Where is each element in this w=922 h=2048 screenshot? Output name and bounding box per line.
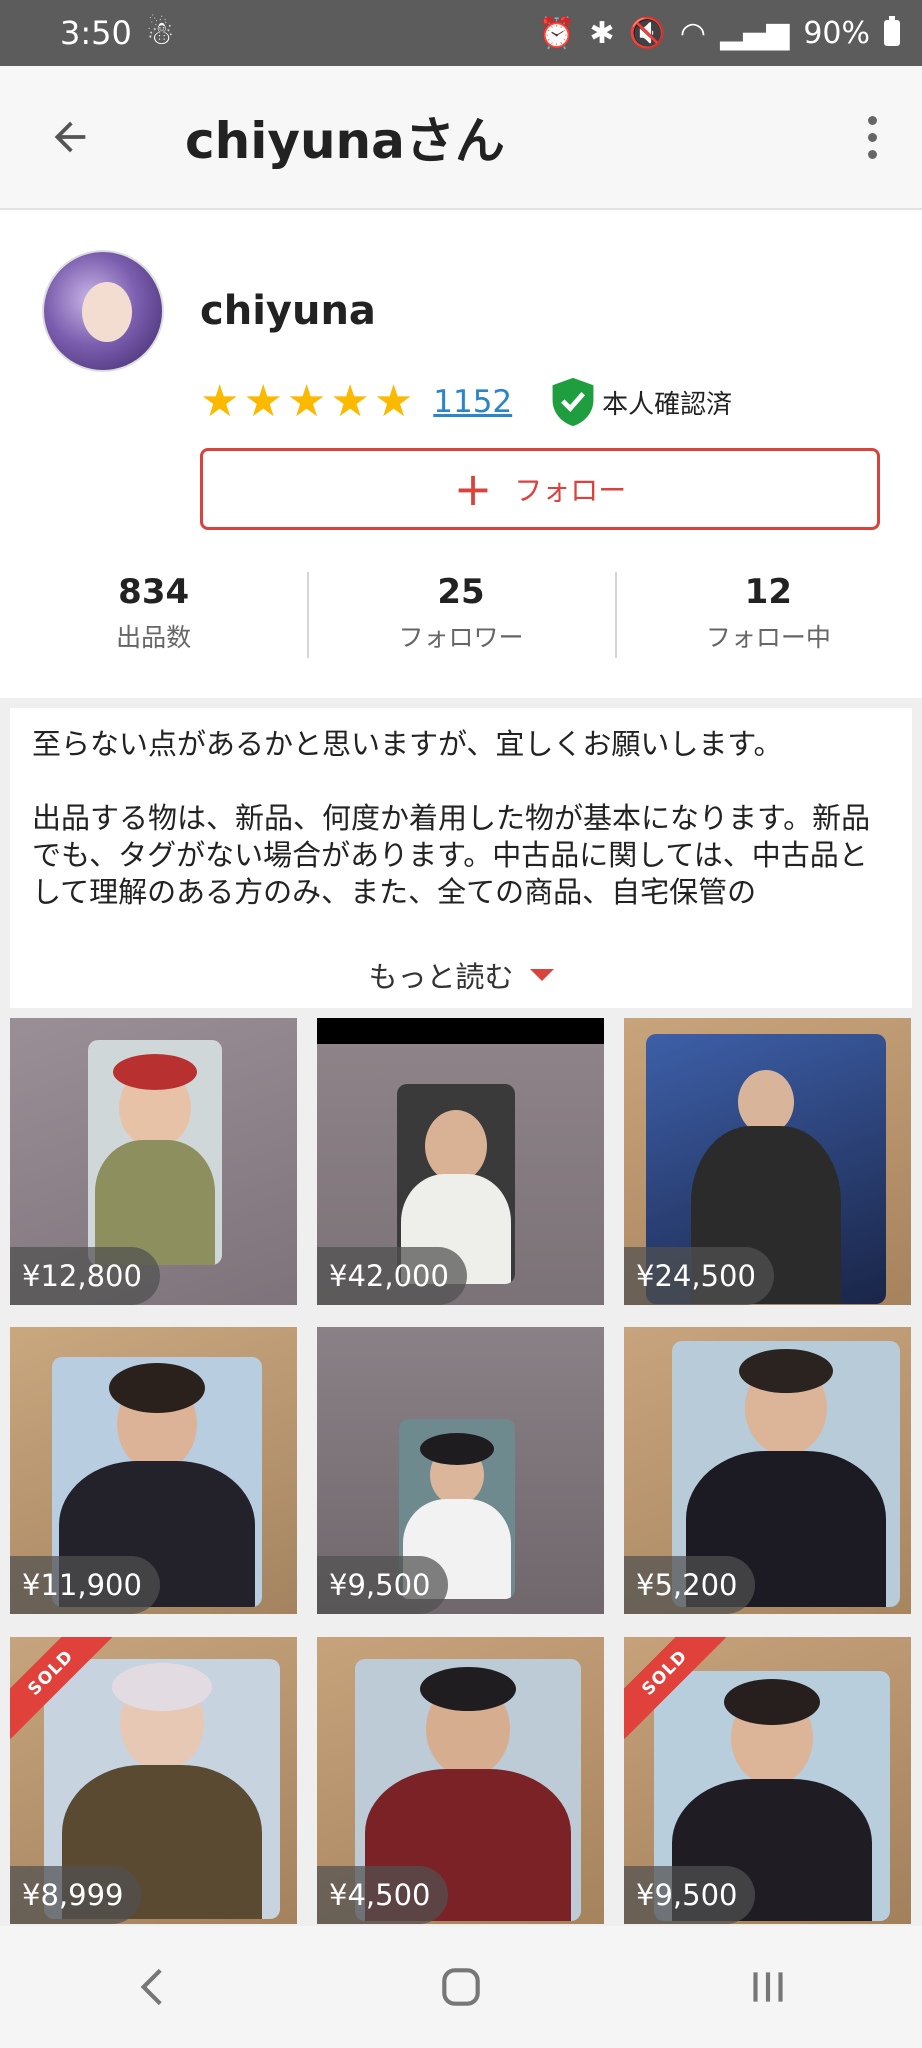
app-bar: chiyunaさん	[0, 66, 922, 210]
item-tile[interactable]: ¥11,900	[10, 1327, 297, 1615]
nav-home-button[interactable]	[401, 1937, 521, 2037]
page-title: chiyunaさん	[185, 112, 505, 170]
signal-icon: ▂▄▆	[720, 15, 790, 51]
bio-line: 至らない点があるかと思いますが、宜しくお願いします。	[32, 727, 783, 761]
read-more-button[interactable]: もっと読む	[10, 954, 912, 996]
chevron-left-icon	[140, 1968, 162, 2006]
stat-value: 25	[437, 572, 485, 612]
bio-paragraph: 出品する物は、新品、何度か着用した物が基本になります。新品でも、タグがない場合が…	[32, 801, 871, 909]
bio-section: 至らない点があるかと思いますが、宜しくお願いします。 出品する物は、新品、何度か…	[0, 698, 922, 1018]
item-tile[interactable]: SOLD ¥9,500	[624, 1636, 911, 1924]
avatar[interactable]	[42, 250, 164, 372]
star-icon: ★	[373, 376, 414, 427]
item-price: ¥8,999	[10, 1865, 142, 1924]
item-price: ¥12,800	[10, 1247, 160, 1305]
nav-recents-button[interactable]	[708, 1937, 828, 2037]
more-options-button[interactable]	[822, 65, 922, 209]
stat-value: 834	[118, 572, 190, 612]
status-bar: 3:50 ☃ ⏰ ✱ 🔇 ◠ ▂▄▆ 90%	[0, 0, 922, 66]
item-price: ¥5,200	[624, 1556, 756, 1615]
profile-section: chiyuna ★ ★ ★ ★ ★ 1152 本人確認済 + フォロー 834 …	[0, 212, 922, 698]
recents-icon	[753, 1972, 783, 2002]
home-icon	[442, 1968, 480, 2006]
item-tile[interactable]: SOLD ¥8,999	[10, 1636, 297, 1924]
follow-label: フォロー	[514, 474, 627, 507]
item-grid: ¥12,800 ¥42,000 ¥24,500 ¥11,900 ¥9,500 ¥…	[0, 1018, 922, 1926]
notification-icon: ☃	[145, 14, 175, 52]
star-icon: ★	[330, 376, 370, 427]
stat-label: フォロワー	[398, 623, 524, 652]
arrow-left-icon	[54, 121, 86, 153]
plus-icon: +	[453, 462, 493, 516]
verified-label: 本人確認済	[602, 389, 733, 420]
item-tile[interactable]: ¥5,200	[624, 1327, 911, 1615]
star-icon: ★	[200, 376, 240, 427]
alarm-icon: ⏰	[538, 15, 576, 51]
item-price: ¥24,500	[624, 1247, 774, 1305]
stat-label: 出品数	[116, 623, 192, 652]
item-price: ¥4,500	[317, 1865, 449, 1924]
bio-card: 至らない点があるかと思いますが、宜しくお願いします。 出品する物は、新品、何度か…	[10, 708, 912, 1008]
status-time: 3:50	[60, 14, 132, 52]
item-tile[interactable]: ¥42,000	[317, 1018, 604, 1305]
bio-text: 至らない点があるかと思いますが、宜しくお願いします。 出品する物は、新品、何度か…	[32, 726, 892, 916]
wifi-icon: ◠	[679, 15, 707, 51]
battery-icon	[884, 16, 900, 46]
rating-row: ★ ★ ★ ★ ★ 1152 本人確認済	[200, 372, 732, 432]
mute-icon: 🔇	[628, 15, 666, 51]
bluetooth-icon: ✱	[589, 15, 615, 51]
more-vert-icon	[867, 115, 877, 125]
item-tile[interactable]: ¥9,500	[317, 1327, 604, 1615]
item-price: ¥9,500	[624, 1865, 756, 1924]
item-price: ¥9,500	[317, 1556, 449, 1615]
item-tile[interactable]: ¥24,500	[624, 1018, 911, 1305]
star-icon: ★	[286, 376, 327, 427]
item-price: ¥42,000	[317, 1247, 467, 1305]
username: chiyuna	[200, 288, 376, 334]
battery-level: 90%	[803, 15, 870, 51]
nav-back-button[interactable]	[94, 1937, 214, 2037]
triangle-down-icon	[529, 969, 554, 981]
item-tile[interactable]: ¥12,800	[10, 1018, 297, 1305]
rating-stars: ★ ★ ★ ★ ★	[200, 380, 413, 424]
read-more-label: もっと読む	[368, 960, 514, 994]
stat-label: フォロー中	[705, 623, 831, 652]
review-count-link[interactable]: 1152	[433, 384, 512, 420]
star-icon: ★	[243, 376, 283, 427]
stats-row: 834 出品数 25 フォロワー 12 フォロー中	[0, 572, 922, 662]
stat-value: 12	[744, 572, 792, 612]
follow-button[interactable]: + フォロー	[200, 448, 880, 530]
item-tile[interactable]: ¥4,500	[317, 1636, 604, 1924]
stat-following[interactable]: 12 フォロー中	[614, 572, 922, 662]
back-button[interactable]	[0, 65, 140, 209]
verified-badge: 本人確認済	[550, 376, 732, 428]
shield-check-icon	[552, 377, 594, 427]
stat-followers[interactable]: 25 フォロワー	[307, 572, 614, 662]
system-nav-bar	[0, 1926, 922, 2048]
stat-listings[interactable]: 834 出品数	[0, 572, 307, 662]
item-price: ¥11,900	[10, 1556, 160, 1615]
